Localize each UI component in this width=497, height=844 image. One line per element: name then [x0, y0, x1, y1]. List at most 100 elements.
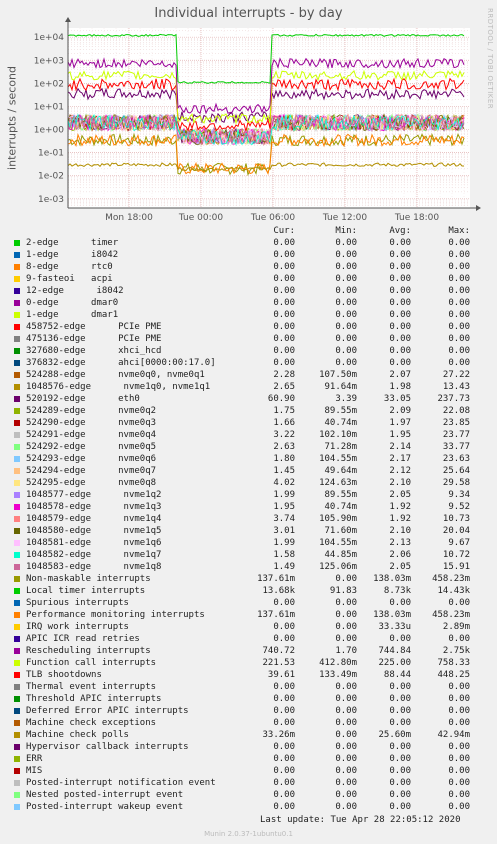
legend-row: 524294-edge nvme0q7 1.45 49.64m 2.12 25.64	[0, 466, 497, 478]
legend-value-avg: 0.00	[389, 274, 411, 284]
legend-row: Thermal event interrupts 0.00 0.00 0.00 0.00	[0, 682, 497, 694]
legend-value-avg: 2.10	[389, 478, 411, 488]
legend-value-cur: 60.90	[267, 394, 295, 404]
legend-value-max: 27.22	[442, 370, 470, 380]
legend-value-avg: 25.60m	[378, 730, 411, 740]
legend-label: ERR	[26, 754, 43, 764]
legend-value-max: 0.00	[448, 754, 470, 764]
legend-label: Spurious interrupts	[26, 598, 129, 608]
legend-value-avg: 0.00	[389, 778, 411, 788]
legend-value-cur: 0.00	[273, 298, 295, 308]
legend-value-cur: 2.65	[273, 382, 295, 392]
legend-value-min: 0.00	[335, 358, 357, 368]
legend-value-min: 49.64m	[324, 466, 357, 476]
legend-label: 8-edge rtc0	[26, 262, 113, 272]
legend-value-max: 9.67	[448, 538, 470, 548]
legend-value-cur: 3.01	[273, 526, 295, 536]
legend-value-max: 458.23m	[432, 610, 470, 620]
legend-swatch	[14, 684, 20, 690]
legend-swatch	[14, 324, 20, 330]
legend-value-min: 0.00	[335, 346, 357, 356]
legend-value-min: 40.74m	[324, 418, 357, 428]
y-tick-label: 1e-02	[38, 172, 64, 182]
legend-label: 524295-edge nvme0q8	[26, 478, 157, 488]
legend-row: 1048577-edge nvme1q2 1.99 89.55m 2.05 9.34	[0, 490, 497, 502]
legend-value-min: 0.00	[335, 286, 357, 296]
x-tick-label: Mon 18:00	[105, 213, 153, 223]
legend-row: Performance monitoring interrupts 137.61m…	[0, 610, 497, 622]
legend-swatch	[14, 732, 20, 738]
y-tick-label: 1e+02	[34, 79, 64, 89]
legend-value-cur: 0.00	[273, 346, 295, 356]
legend-label: Performance monitoring interrupts	[26, 610, 205, 620]
legend-value-cur: 13.68k	[262, 586, 295, 596]
header-avg: Avg:	[389, 226, 411, 236]
legend-swatch	[14, 396, 20, 402]
legend-swatch	[14, 624, 20, 630]
legend-value-max: 0.00	[448, 238, 470, 248]
legend-value-max: 2.75k	[442, 646, 470, 656]
legend-value-min: 1.70	[335, 646, 357, 656]
legend-value-cur: 0.00	[273, 598, 295, 608]
legend-value-avg: 2.13	[389, 538, 411, 548]
legend-value-max: 0.00	[448, 262, 470, 272]
legend-row: 376832-edge ahci[0000:00:17.0] 0.00 0.00 0.…	[0, 358, 497, 370]
legend-value-cur: 0.00	[273, 718, 295, 728]
last-update: Last update: Tue Apr 28 22:05:12 2020	[260, 815, 461, 825]
legend-row: 9-fasteoi acpi 0.00 0.00 0.00 0.00	[0, 274, 497, 286]
legend-label: 524291-edge nvme0q4	[26, 430, 157, 440]
legend-row: 1048583-edge nvme1q8 1.49 125.06m 2.05 15.91	[0, 562, 497, 574]
legend-row: Local timer interrupts 13.68k 91.83 8.73k 14…	[0, 586, 497, 598]
legend-row: Posted-interrupt wakeup event 0.00 0.00 0.0…	[0, 802, 497, 814]
legend-swatch	[14, 612, 20, 618]
legend-label: Non-maskable interrupts	[26, 574, 151, 584]
legend-value-avg: 0.00	[389, 262, 411, 272]
y-axis-arrow	[65, 17, 71, 22]
legend-value-max: 0.00	[448, 346, 470, 356]
legend-row: 0-edge dmar0 0.00 0.00 0.00 0.00	[0, 298, 497, 310]
legend-value-avg: 0.00	[389, 286, 411, 296]
legend-value-avg: 0.00	[389, 706, 411, 716]
legend-label: 524289-edge nvme0q2	[26, 406, 157, 416]
legend-label: APIC ICR read retries	[26, 634, 140, 644]
legend-swatch	[14, 492, 20, 498]
legend-label: 2-edge timer	[26, 238, 119, 248]
x-tick-label: Tue 06:00	[250, 213, 295, 223]
legend-value-cur: 0.00	[273, 634, 295, 644]
legend-value-min: 0.00	[335, 778, 357, 788]
legend-value-max: 0.00	[448, 358, 470, 368]
legend-value-min: 0.00	[335, 250, 357, 260]
legend-value-max: 29.58	[442, 478, 470, 488]
legend-value-min: 0.00	[335, 682, 357, 692]
legend-value-cur: 221.53	[262, 658, 295, 668]
legend-value-min: 0.00	[335, 610, 357, 620]
legend-row: Deferred Error APIC interrupts 0.00 0.00 0.…	[0, 706, 497, 718]
legend-swatch	[14, 264, 20, 270]
legend-value-cur: 2.28	[273, 370, 295, 380]
legend-value-max: 25.64	[442, 466, 470, 476]
legend-swatch	[14, 480, 20, 486]
legend-swatch	[14, 564, 20, 570]
legend-value-min: 3.39	[335, 394, 357, 404]
legend-value-avg: 2.05	[389, 562, 411, 572]
legend-label: Function call interrupts	[26, 658, 157, 668]
legend-value-cur: 0.00	[273, 322, 295, 332]
legend-row: 1048576-edge nvme1q0, nvme1q1 2.65 91.64m 1…	[0, 382, 497, 394]
legend-value-avg: 1.95	[389, 430, 411, 440]
legend-swatch	[14, 696, 20, 702]
legend-value-max: 23.63	[442, 454, 470, 464]
legend-value-avg: 0.00	[389, 250, 411, 260]
legend-value-min: 0.00	[335, 718, 357, 728]
legend-value-max: 42.94m	[437, 730, 470, 740]
legend-value-max: 0.00	[448, 250, 470, 260]
legend-value-cur: 0.00	[273, 274, 295, 284]
legend-value-max: 0.00	[448, 598, 470, 608]
legend-value-min: 0.00	[335, 262, 357, 272]
legend-value-avg: 0.00	[389, 790, 411, 800]
legend-value-max: 9.52	[448, 502, 470, 512]
legend-value-avg: 0.00	[389, 634, 411, 644]
legend-value-min: 107.50m	[319, 370, 357, 380]
y-tick-label: 1e+04	[34, 33, 65, 43]
legend-swatch	[14, 240, 20, 246]
legend-value-min: 102.10m	[319, 430, 357, 440]
